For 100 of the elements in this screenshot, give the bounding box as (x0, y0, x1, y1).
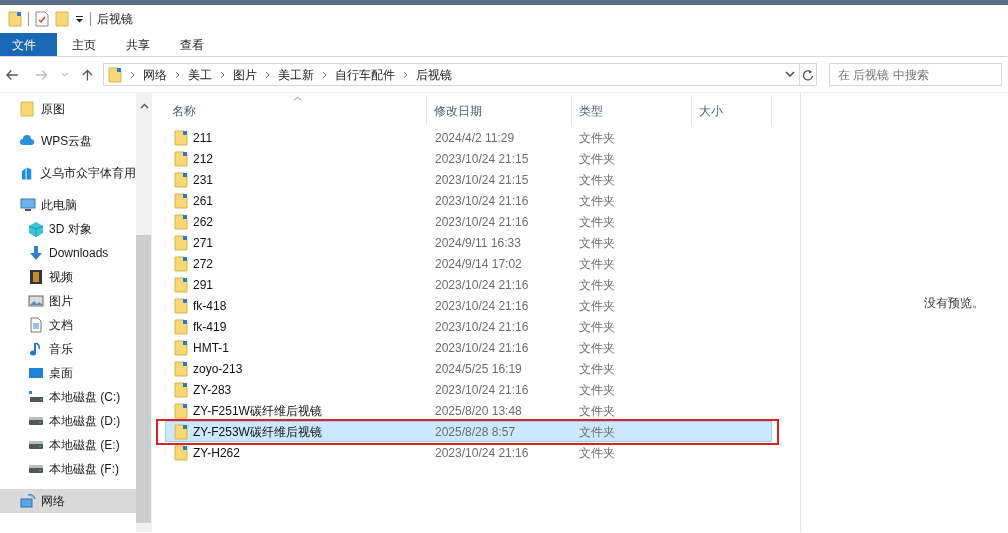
file-row[interactable]: 212 2023/10/24 21:15 文件夹 (165, 148, 772, 169)
modified-date: 2023/10/24 21:15 (435, 172, 529, 187)
refresh-button[interactable] (799, 64, 816, 85)
ribbon-tab[interactable]: 主页 (57, 33, 111, 56)
folder-icon (174, 234, 188, 251)
folder-icon (174, 150, 188, 167)
modified-date: 2025/8/28 8:57 (435, 424, 516, 439)
sidebar-item[interactable]: 网络 (0, 489, 136, 513)
file-row[interactable]: 231 2023/10/24 21:15 文件夹 (165, 169, 772, 190)
address-bar[interactable]: 网络 美工 图片 美工新 自行车配件 后视镜 (103, 63, 817, 86)
folder-icon (174, 192, 188, 209)
sidebar-item[interactable]: 原图 (0, 97, 136, 121)
sidebar-item[interactable]: 本地磁盘 (F:) (0, 457, 136, 481)
file-row[interactable]: 271 2024/9/11 16:33 文件夹 (165, 232, 772, 253)
sidebar-item[interactable]: 视频 (0, 265, 136, 289)
chevron-right-icon (403, 70, 409, 79)
sidebar-item[interactable]: 音乐 (0, 337, 136, 361)
sidebar-item[interactable]: 本地磁盘 (E:) (0, 433, 136, 457)
file-name: ZY-F251W碳纤维后视镜 (193, 402, 322, 420)
breadcrumb-item[interactable]: 图片 (233, 65, 258, 84)
network-icon (20, 493, 36, 509)
ribbon-tab[interactable]: 查看 (165, 33, 219, 56)
breadcrumb-item[interactable]: 美工新 (278, 65, 315, 84)
back-icon[interactable] (6, 68, 19, 81)
up-icon[interactable] (82, 67, 94, 82)
chevron-right-icon (130, 70, 136, 79)
breadcrumb-item[interactable]: 自行车配件 (335, 65, 396, 84)
breadcrumb-item[interactable]: 网络 (143, 65, 168, 84)
file-type: 文件夹 (579, 172, 615, 187)
file-type: 文件夹 (579, 277, 615, 292)
folder-icon (174, 360, 188, 377)
desktop-icon (28, 365, 44, 381)
folder-icon (174, 339, 188, 356)
file-type: 文件夹 (579, 403, 615, 418)
column-header[interactable]: 类型 (572, 97, 692, 125)
file-row[interactable]: ZY-F251W碳纤维后视镜 2025/8/20 13:48 文件夹 (165, 400, 772, 421)
file-row[interactable]: ZY-H262 2023/10/24 21:16 文件夹 (165, 442, 772, 463)
file-row[interactable]: fk-419 2023/10/24 21:16 文件夹 (165, 316, 772, 337)
folder-icon (174, 171, 188, 188)
file-type: 文件夹 (579, 256, 615, 271)
sidebar-item[interactable]: 本地磁盘 (D:) (0, 409, 136, 433)
sidebar-item[interactable]: 文档 (0, 313, 136, 337)
modified-date: 2023/10/24 21:16 (435, 214, 529, 229)
document-icon (28, 317, 44, 333)
file-name: 271 (193, 234, 214, 252)
sidebar-item[interactable]: 桌面 (0, 361, 136, 385)
file-type: 文件夹 (579, 340, 615, 355)
dropdown-icon[interactable] (75, 15, 84, 23)
sidebar-item[interactable]: 本地磁盘 (C:) (0, 385, 136, 409)
file-row[interactable]: 291 2023/10/24 21:16 文件夹 (165, 274, 772, 295)
modified-date: 2025/8/20 13:48 (435, 403, 522, 418)
sidebar-item[interactable]: 3D 对象 (0, 217, 136, 241)
file-row[interactable]: zoyo-213 2024/5/25 16:19 文件夹 (165, 358, 772, 379)
modified-date: 2023/10/24 21:16 (435, 382, 529, 397)
sidebar-item[interactable]: 此电脑 (0, 193, 136, 217)
breadcrumb-item[interactable]: 美工 (188, 65, 213, 84)
modified-date: 2023/10/24 21:15 (435, 151, 529, 166)
file-row[interactable]: 262 2023/10/24 21:16 文件夹 (165, 211, 772, 232)
chevron-right-icon (322, 70, 328, 79)
folder-icon (174, 213, 188, 230)
ribbon-tab[interactable]: 共享 (111, 33, 165, 56)
file-row[interactable]: 261 2023/10/24 21:16 文件夹 (165, 190, 772, 211)
column-header[interactable]: 大小 (692, 97, 772, 125)
column-header[interactable]: 修改日期 (427, 97, 572, 125)
file-row[interactable]: 272 2024/9/14 17:02 文件夹 (165, 253, 772, 274)
sidebar-item[interactable]: 图片 (0, 289, 136, 313)
folder-pin-icon[interactable] (8, 11, 22, 27)
folder-icon (108, 66, 123, 83)
folder-icon (174, 423, 188, 440)
file-row[interactable]: ZY-283 2023/10/24 21:16 文件夹 (165, 379, 772, 400)
folder-icon (174, 276, 188, 293)
sidebar-item[interactable]: Downloads (0, 241, 136, 265)
modified-date: 2023/10/24 21:16 (435, 319, 529, 334)
file-row[interactable]: HMT-1 2023/10/24 21:16 文件夹 (165, 337, 772, 358)
drive-icon (28, 389, 44, 405)
search-field[interactable]: 在 后视镜 中搜索 (829, 63, 1002, 86)
folder-icon (174, 444, 188, 461)
file-type: 文件夹 (579, 298, 615, 313)
file-name: 211 (193, 129, 213, 147)
file-type: 文件夹 (579, 382, 615, 397)
folder-icon (174, 129, 188, 146)
sidebar-item[interactable]: 义乌市众宇体育用 (0, 161, 136, 185)
cube-icon (28, 221, 44, 237)
sidebar-item[interactable]: WPS云盘 (0, 129, 136, 153)
properties-icon[interactable] (35, 11, 49, 27)
chevron-right-icon (175, 70, 181, 79)
chevron-down-icon[interactable] (785, 71, 795, 78)
folder-icon (174, 255, 188, 272)
file-row[interactable]: fk-418 2023/10/24 21:16 文件夹 (165, 295, 772, 316)
breadcrumb-item[interactable]: 后视镜 (416, 65, 453, 84)
film-icon (28, 269, 44, 285)
file-name: zoyo-213 (193, 360, 243, 378)
modified-date: 2023/10/24 21:16 (435, 340, 529, 355)
file-row[interactable]: 211 2024/4/2 11:29 文件夹 (165, 127, 772, 148)
folder-icon (174, 381, 188, 398)
ribbon-tab[interactable]: 文件 (0, 33, 57, 56)
column-header[interactable]: 名称 (165, 97, 427, 125)
scrollbar-thumb[interactable] (136, 235, 151, 523)
file-type: 文件夹 (579, 130, 615, 145)
scroll-up-icon[interactable] (139, 103, 149, 109)
